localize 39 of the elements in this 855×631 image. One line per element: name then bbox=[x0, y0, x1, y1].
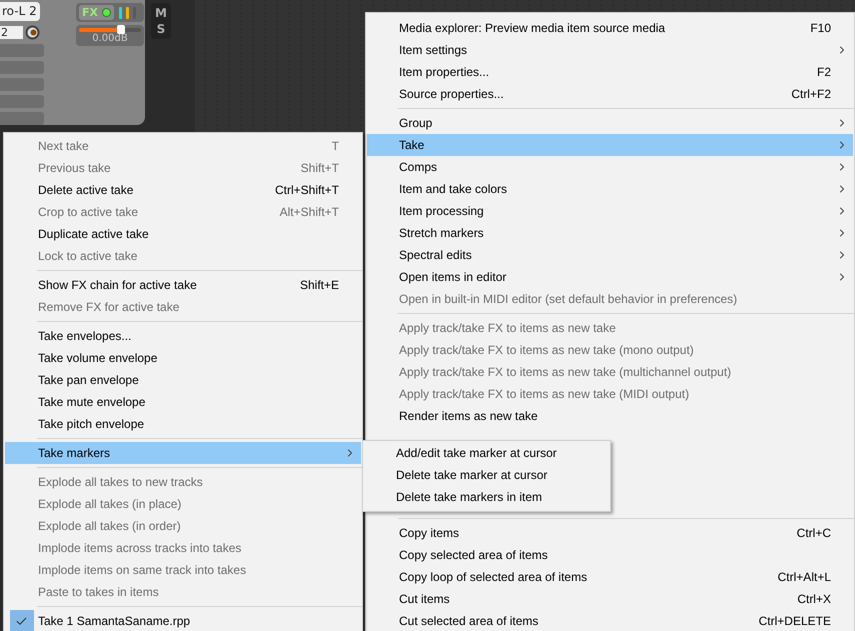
menu-item[interactable]: Comps bbox=[367, 156, 853, 178]
menu-item[interactable]: Take volume envelope bbox=[5, 347, 361, 369]
menu-item[interactable]: Copy items Ctrl+C bbox=[367, 522, 853, 544]
menu-item[interactable]: Take pitch envelope bbox=[5, 413, 361, 435]
volume-reading: 0.00dB bbox=[92, 33, 128, 44]
menu-item[interactable]: Item processing bbox=[367, 200, 853, 222]
menu-item[interactable]: Media explorer: Preview media item source media F10 bbox=[367, 17, 853, 39]
menu-item[interactable]: Take markers bbox=[5, 442, 361, 464]
track-slot bbox=[0, 112, 44, 125]
menu-item[interactable]: Spectral edits bbox=[367, 244, 853, 266]
menu-item[interactable]: Item settings bbox=[367, 39, 853, 61]
menu-item[interactable]: Group bbox=[367, 112, 853, 134]
menu-item[interactable]: Render items as new take bbox=[367, 405, 853, 427]
menu-item[interactable]: Delete active take Ctrl+Shift+T bbox=[5, 179, 361, 201]
menu-item[interactable]: Take 1 SamantaSaname.rpp bbox=[5, 610, 361, 631]
menu-item[interactable]: Item and take colors bbox=[367, 178, 853, 200]
menu-item[interactable]: Take pan envelope bbox=[5, 369, 361, 391]
volume-slider[interactable] bbox=[79, 28, 141, 32]
menu-item[interactable]: Add/edit take marker at cursor bbox=[364, 442, 609, 464]
menu-item[interactable]: Take bbox=[367, 134, 853, 156]
mute-button[interactable]: M bbox=[155, 5, 167, 21]
menu-item[interactable]: Cut selected area of items Ctrl+DELETE bbox=[367, 610, 853, 631]
menu-item[interactable]: Copy selected area of items bbox=[367, 544, 853, 566]
knob-icon[interactable] bbox=[25, 24, 40, 40]
menu-item[interactable]: Take mute envelope bbox=[5, 391, 361, 413]
track-name-field[interactable]: ro-L 2 bbox=[0, 2, 40, 21]
menu-item[interactable]: Take envelopes... bbox=[5, 325, 361, 347]
menu-item[interactable]: Delete take marker at cursor bbox=[364, 464, 609, 486]
menu-item[interactable]: Source properties... Ctrl+F2 bbox=[367, 83, 853, 105]
menu-item[interactable]: Show FX chain for active take Shift+E bbox=[5, 274, 361, 296]
menu-item[interactable]: Stretch markers bbox=[367, 222, 853, 244]
menu-item[interactable]: Duplicate active take bbox=[5, 223, 361, 245]
input-field[interactable]: 2 bbox=[0, 26, 23, 39]
menu-item[interactable]: Copy loop of selected area of items Ctrl+Alt+L bbox=[367, 566, 853, 588]
menu-item[interactable]: Open items in editor bbox=[367, 266, 853, 288]
menu-item[interactable]: Item properties... F2 bbox=[367, 61, 853, 83]
menu-item[interactable]: Cut items Ctrl+X bbox=[367, 588, 853, 610]
solo-button[interactable]: S bbox=[156, 21, 166, 37]
menu-item[interactable]: Delete take markers in item bbox=[364, 486, 609, 508]
